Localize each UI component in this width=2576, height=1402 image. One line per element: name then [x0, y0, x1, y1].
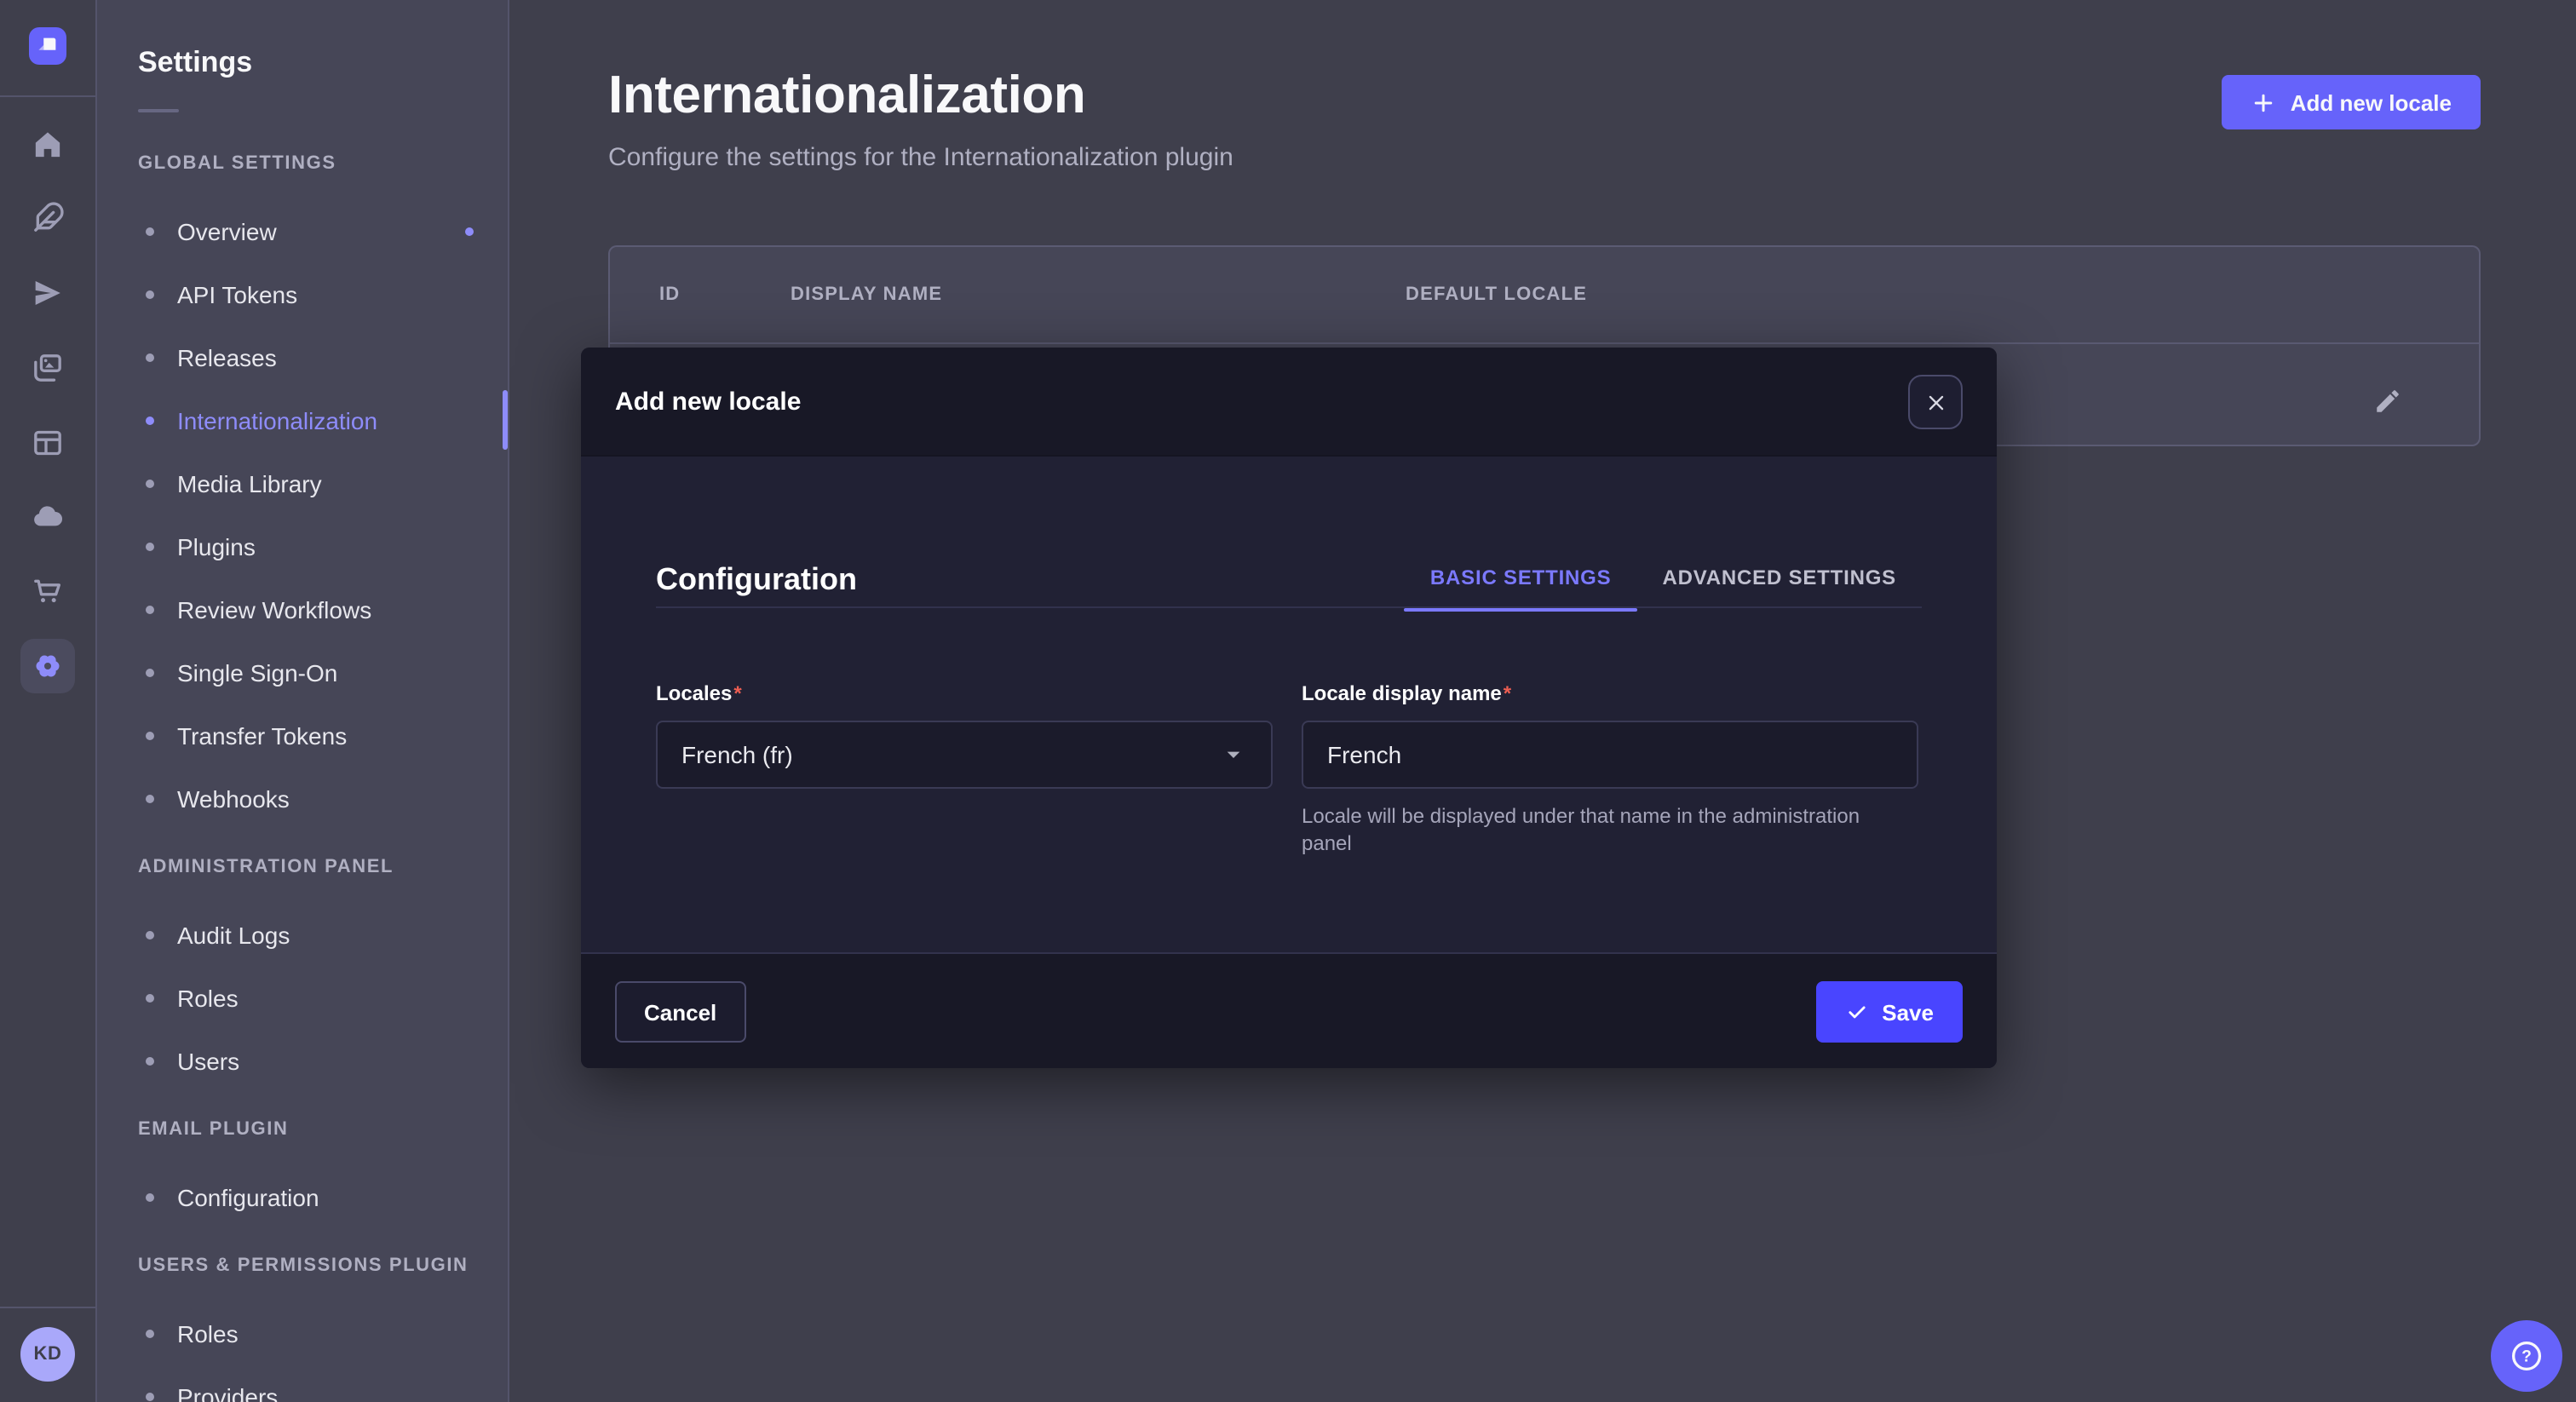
locales-select[interactable]: French (fr) — [656, 721, 1273, 789]
locales-field-group: Locales* French (fr) — [656, 681, 1273, 789]
tab-label: BASIC SETTINGS — [1430, 566, 1612, 589]
close-icon — [1924, 391, 1946, 413]
locales-label: Locales* — [656, 681, 1273, 705]
required-asterisk: * — [732, 681, 741, 705]
required-asterisk: * — [1502, 681, 1511, 705]
modal-body: Configuration BASIC SETTINGS ADVANCED SET… — [581, 457, 1997, 952]
cancel-button[interactable]: Cancel — [615, 981, 745, 1043]
check-icon — [1844, 1000, 1868, 1024]
modal-title: Add new locale — [615, 387, 801, 416]
locales-label-text: Locales — [656, 681, 732, 705]
save-button-label: Save — [1882, 999, 1934, 1025]
active-tab-underline — [1405, 608, 1637, 612]
display-name-label: Locale display name* — [1302, 681, 1918, 705]
display-name-hint: Locale will be displayed under that name… — [1302, 802, 1901, 857]
tab-label: ADVANCED SETTINGS — [1662, 566, 1896, 589]
tab-advanced-settings[interactable]: ADVANCED SETTINGS — [1636, 547, 1922, 608]
configuration-heading: Configuration — [656, 562, 857, 598]
save-button[interactable]: Save — [1815, 981, 1963, 1043]
locales-select-value: French (fr) — [681, 741, 1220, 768]
display-name-label-text: Locale display name — [1302, 681, 1502, 705]
display-name-input[interactable]: French — [1302, 721, 1918, 789]
tab-basic-settings[interactable]: BASIC SETTINGS — [1405, 547, 1637, 608]
chevron-down-icon — [1220, 741, 1247, 768]
tabs-divider — [656, 606, 1922, 608]
add-locale-modal: Add new locale Configuration BASIC SETTI… — [581, 348, 1997, 1068]
modal-footer: Cancel Save — [581, 952, 1997, 1068]
display-name-field-group: Locale display name* French Locale will … — [1302, 681, 1918, 857]
settings-tabs: BASIC SETTINGS ADVANCED SETTINGS — [1405, 547, 1922, 608]
display-name-input-value: French — [1327, 741, 1893, 768]
modal-close-button[interactable] — [1908, 375, 1963, 429]
modal-header: Add new locale — [581, 348, 1997, 457]
app-window: KD Settings GLOBAL SETTINGSOverviewAPI T… — [0, 0, 2576, 1402]
